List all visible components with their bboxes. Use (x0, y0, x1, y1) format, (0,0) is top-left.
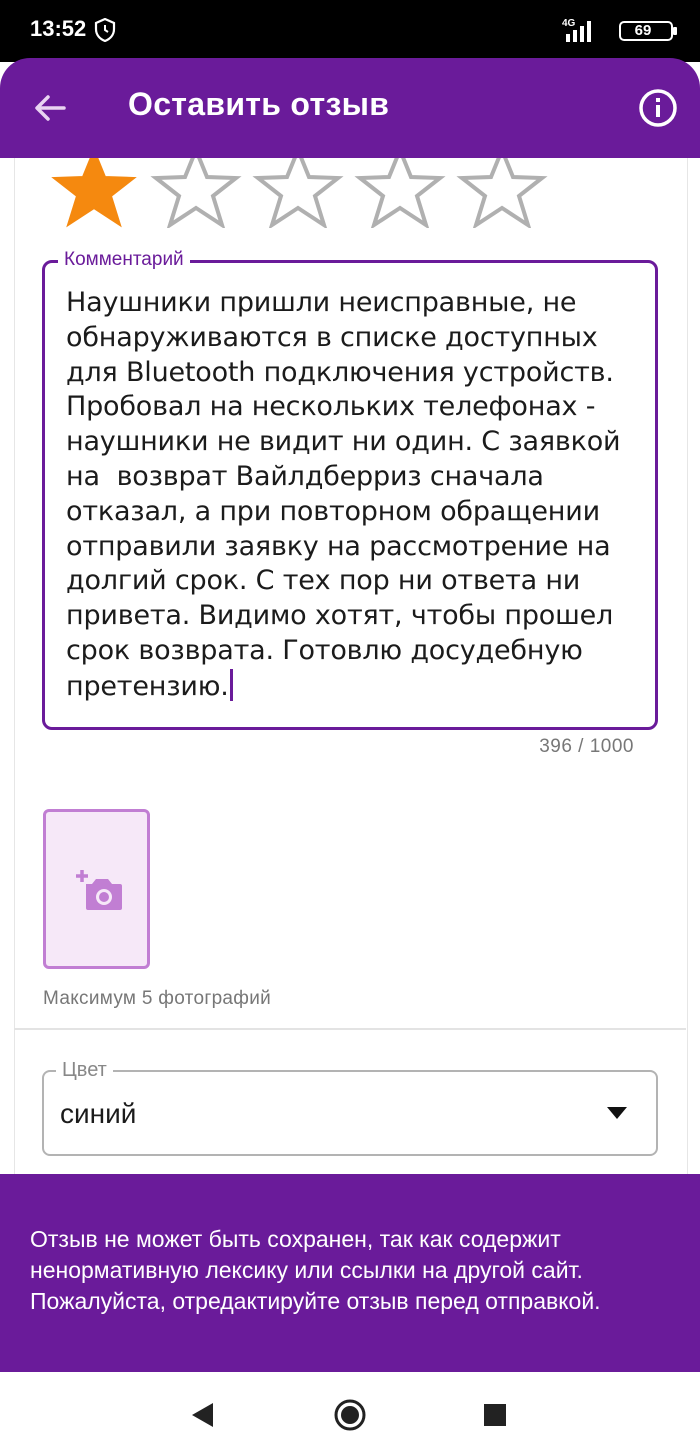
shield-icon (94, 18, 116, 42)
nav-back-icon[interactable] (186, 1398, 220, 1432)
rating-stars (48, 158, 568, 228)
nav-recents-icon[interactable] (478, 1398, 512, 1432)
signal-icon (566, 21, 591, 42)
dropdown-arrow-icon[interactable] (606, 1106, 628, 1120)
add-photo-button[interactable] (43, 809, 150, 969)
info-icon[interactable] (634, 84, 682, 132)
app-bar: Оставить отзыв (0, 58, 700, 158)
text-cursor (229, 668, 233, 701)
star-icon-3[interactable] (252, 158, 344, 228)
review-form[interactable]: Комментарий Наушники пришли неисправные,… (0, 158, 700, 1174)
battery-level: 69 (634, 22, 652, 39)
system-nav-bar (0, 1372, 700, 1456)
status-bar: 13:52 4G 69 (0, 0, 700, 62)
arrow-left-icon[interactable] (26, 84, 74, 132)
star-icon-5[interactable] (456, 158, 548, 228)
snackbar-message: Отзыв не может быть сохранен, так как со… (30, 1226, 601, 1314)
color-value[interactable]: синий (60, 1098, 136, 1130)
error-snackbar: Отзыв не может быть сохранен, так как со… (0, 1174, 700, 1372)
add-photo-icon (76, 870, 122, 910)
comment-text[interactable]: Наушники пришли неисправные, не обнаружи… (66, 286, 636, 705)
page-title: Оставить отзыв (128, 86, 390, 122)
nav-home-icon[interactable] (333, 1398, 367, 1432)
divider (14, 1028, 686, 1030)
star-icon-1[interactable] (48, 158, 140, 228)
star-icon-2[interactable] (150, 158, 242, 228)
photo-limit-note: Максимум 5 фотографий (43, 988, 272, 1009)
status-time: 13:52 (30, 16, 87, 41)
color-label: Цвет (56, 1059, 113, 1082)
comment-label: Комментарий (58, 249, 190, 271)
character-counter: 396 / 1000 (539, 736, 634, 757)
star-icon-4[interactable] (354, 158, 446, 228)
